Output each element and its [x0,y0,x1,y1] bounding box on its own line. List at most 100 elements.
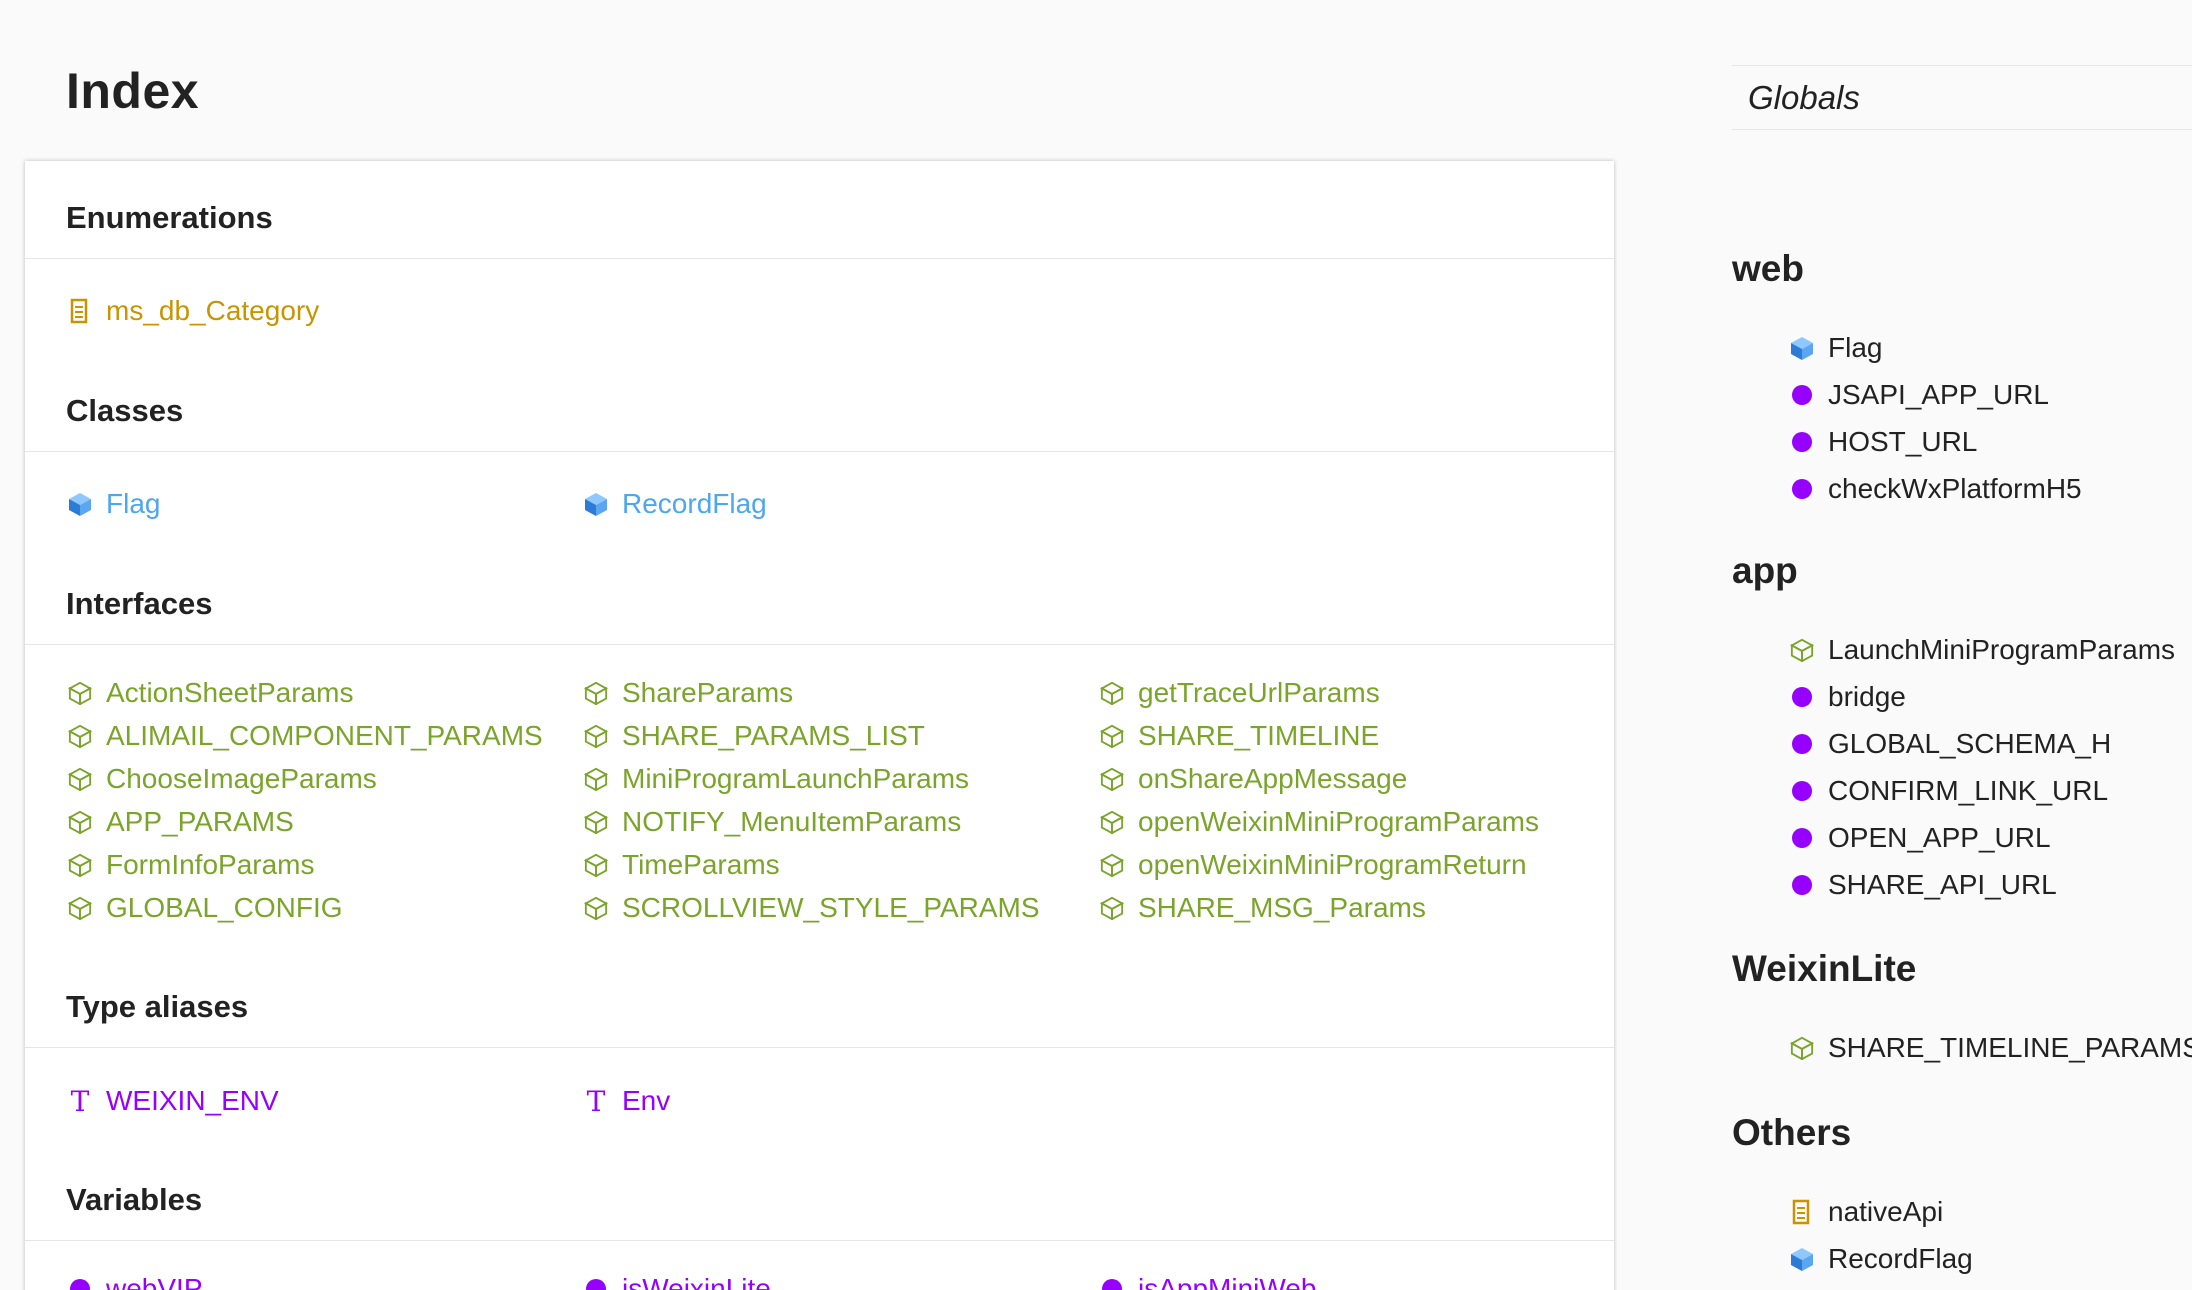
interface-icon [582,851,610,879]
sidebar-item[interactable]: checkWxPlatformH5 [1788,469,2082,509]
section-title: Enumerations [66,200,273,235]
section-title: Variables [66,1182,203,1217]
variable-link[interactable]: webVIP [66,1269,203,1290]
section-header-classes: Classes [25,354,1614,452]
section-title: Interfaces [66,586,213,621]
sidebar-item-label: OPEN_APP_URL [1828,822,2051,853]
enum-label: ms_db_Category [106,295,320,326]
section-title: Classes [66,393,184,428]
sidebar-item-label: JSAPI_APP_URL [1828,379,2049,410]
interface-icon [66,808,94,836]
sidebar-item-label: LaunchMiniProgramParams [1828,634,2176,665]
interface-icon [1098,765,1126,793]
sidebar-item[interactable]: nativeApi [1788,1192,1943,1232]
interface-label: openWeixinMiniProgramReturn [1138,849,1527,880]
interface-label: ChooseImageParams [106,763,377,794]
sidebar-item-label: HOST_URL [1828,426,1978,457]
interface-link[interactable]: openWeixinMiniProgramReturn [1098,845,1527,885]
type-alias-link[interactable]: T WEIXIN_ENV [66,1081,279,1121]
sidebar-item[interactable]: RecordFlag [1788,1239,1973,1279]
interface-label: SCROLLVIEW_STYLE_PARAMS [622,892,1040,923]
interface-link[interactable]: APP_PARAMS [66,802,294,842]
interface-link[interactable]: MiniProgramLaunchParams [582,759,969,799]
interface-icon [582,722,610,750]
class-link[interactable]: RecordFlag [582,484,767,524]
sidebar-item[interactable]: SHARE_TIMELINE_PARAMS [1788,1028,2192,1068]
docs-page: Index Enumerations ms_db_Category Classe… [0,0,2192,1290]
variable-dot-icon [1788,871,1816,899]
interface-link[interactable]: TimeParams [582,845,780,885]
interface-label: SHARE_PARAMS_LIST [622,720,925,751]
interface-link[interactable]: GLOBAL_CONFIG [66,888,343,928]
sidebar-item[interactable]: LaunchMiniProgramParams [1788,630,2175,670]
interface-icon [582,765,610,793]
sidebar-item-label: Flag [1828,332,1883,363]
variable-label: isAppMiniWeb [1138,1273,1317,1290]
interface-label: SHARE_TIMELINE [1138,720,1380,751]
variable-label: webVIP [106,1273,203,1290]
interface-link[interactable]: SHARE_TIMELINE [1098,716,1379,756]
globals-label: Globals [1748,78,1860,116]
sidebar-item[interactable]: bridge [1788,677,1906,717]
interface-icon [66,679,94,707]
variable-dot-icon [1098,1275,1126,1290]
interface-label: onShareAppMessage [1138,763,1408,794]
variable-dot-icon [1788,683,1816,711]
interface-icon [1098,679,1126,707]
interface-label: ShareParams [622,677,794,708]
interface-link[interactable]: onShareAppMessage [1098,759,1407,799]
globals-link[interactable]: Globals [1732,65,2192,130]
sidebar-item-label: CONFIRM_LINK_URL [1828,775,2109,806]
enum-link[interactable]: ms_db_Category [66,291,319,331]
sidebar-group-title: Others [1732,1112,1852,1153]
variable-link[interactable]: isAppMiniWeb [1098,1269,1316,1290]
sidebar-item[interactable]: Flag [1788,328,1882,368]
interface-label: ActionSheetParams [106,677,354,708]
interface-icon [582,808,610,836]
variable-dot-icon [1788,475,1816,503]
section-header-variables: Variables [25,1143,1614,1241]
type-alias-label: WEIXIN_ENV [106,1085,279,1116]
variable-dot-icon [1788,381,1816,409]
interface-link[interactable]: ALIMAIL_COMPONENT_PARAMS [66,716,543,756]
sidebar-item[interactable]: GLOBAL_SCHEMA_H [1788,724,2111,764]
interface-label: ALIMAIL_COMPONENT_PARAMS [106,720,543,751]
class-icon [1788,1245,1816,1273]
interface-icon [66,722,94,750]
interface-link[interactable]: FormInfoParams [66,845,315,885]
variable-label: isWeixinLite [622,1273,771,1290]
interface-link[interactable]: NOTIFY_MenuItemParams [582,802,961,842]
enum-icon [1788,1198,1816,1226]
interface-icon [66,894,94,922]
interface-link[interactable]: ActionSheetParams [66,673,353,713]
type-alias-link[interactable]: T Env [582,1081,671,1121]
sidebar-group-title: app [1732,550,1798,591]
interface-icon [1788,1034,1816,1062]
class-link[interactable]: Flag [66,484,160,524]
sidebar-item[interactable]: OPEN_APP_URL [1788,818,2051,858]
interface-link[interactable]: SHARE_PARAMS_LIST [582,716,925,756]
page-title: Index [66,63,200,119]
sidebar-item-label: bridge [1828,681,1906,712]
class-icon [582,490,610,518]
type-alias-icon: T [70,1084,90,1118]
interface-label: MiniProgramLaunchParams [622,763,970,794]
sidebar-group-title: WeixinLite [1732,948,1917,989]
sidebar-item-label: nativeApi [1828,1196,1944,1227]
interface-label: APP_PARAMS [106,806,294,837]
interface-link[interactable]: openWeixinMiniProgramParams [1098,802,1539,842]
sidebar-item[interactable]: CONFIRM_LINK_URL [1788,771,2108,811]
interface-link[interactable]: ShareParams [582,673,793,713]
interface-label: TimeParams [622,849,780,880]
variable-link[interactable]: isWeixinLite [582,1269,771,1290]
sidebar-item[interactable]: SHARE_API_URL [1788,865,2057,905]
sidebar-item[interactable]: JSAPI_APP_URL [1788,375,2049,415]
interface-link[interactable]: SHARE_MSG_Params [1098,888,1426,928]
variable-dot-icon [1788,824,1816,852]
interface-link[interactable]: getTraceUrlParams [1098,673,1380,713]
sidebar-group-title: web [1732,248,1804,289]
variable-dot-icon [1788,777,1816,805]
interface-link[interactable]: SCROLLVIEW_STYLE_PARAMS [582,888,1040,928]
interface-link[interactable]: ChooseImageParams [66,759,377,799]
sidebar-item[interactable]: HOST_URL [1788,422,1977,462]
